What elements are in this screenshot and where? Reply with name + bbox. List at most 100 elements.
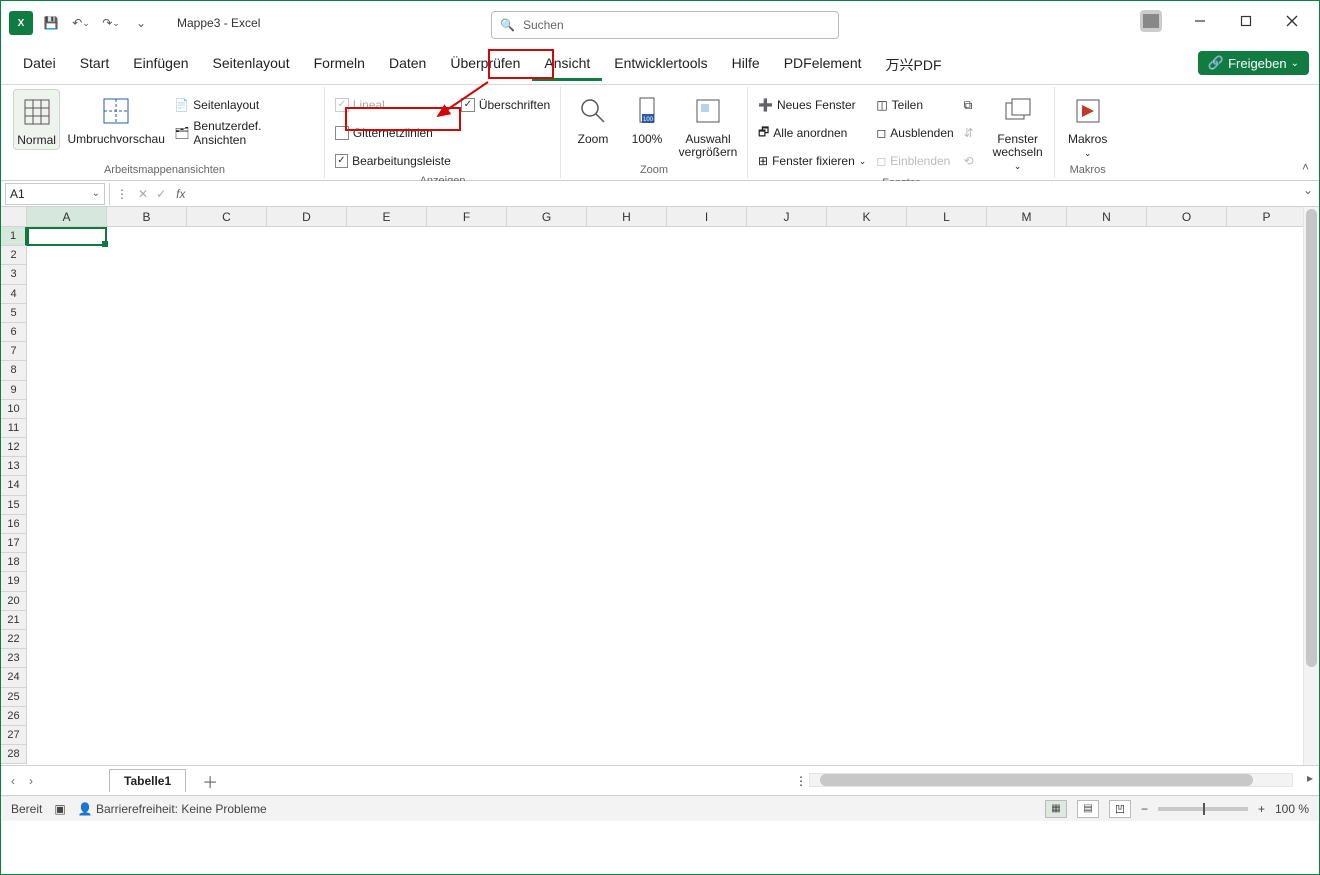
ribbon-tab-start[interactable]: Start (68, 49, 122, 81)
window-maximize-button[interactable] (1223, 1, 1269, 41)
window-freeze-button[interactable]: ⊞Fenster fixieren⌄ (756, 149, 868, 173)
accessibility-status[interactable]: 👤 Barrierefreiheit: Keine Probleme (78, 802, 267, 816)
ribbon-tab-entwicklertools[interactable]: Entwicklertools (602, 49, 719, 81)
name-box[interactable]: A1 ⌄ (5, 183, 105, 205)
window-new-button[interactable]: ➕Neues Fenster (756, 93, 868, 117)
horizontal-scroll-thumb[interactable] (820, 774, 1254, 786)
window-arrange-button[interactable]: 🗗Alle anordnen (756, 121, 868, 145)
col-header-C[interactable]: C (187, 207, 267, 226)
macro-record-icon[interactable]: ▣ (54, 802, 65, 816)
cells-area[interactable] (27, 227, 1303, 765)
sheet-nav-prev[interactable]: ‹ (7, 772, 19, 790)
row-header-5[interactable]: 5 (1, 304, 27, 323)
user-avatar[interactable] (1131, 1, 1177, 41)
window-close-button[interactable] (1269, 1, 1315, 41)
horizontal-scrollbar[interactable] (809, 773, 1293, 787)
row-header-28[interactable]: 28 (1, 745, 27, 764)
row-header-15[interactable]: 15 (1, 496, 27, 515)
selected-cell[interactable] (27, 227, 107, 246)
col-header-E[interactable]: E (347, 207, 427, 226)
ribbon-tab-datei[interactable]: Datei (11, 49, 68, 81)
insert-function-button[interactable]: fx (170, 187, 191, 201)
row-header-22[interactable]: 22 (1, 630, 27, 649)
ribbon-tab-万兴pdf[interactable]: 万兴PDF (874, 49, 954, 81)
ribbon-tab-hilfe[interactable]: Hilfe (720, 49, 772, 81)
col-header-N[interactable]: N (1067, 207, 1147, 226)
view-mode-pagebreak[interactable]: 凹 (1109, 800, 1131, 818)
zoom-button[interactable]: Zoom (569, 89, 617, 148)
view-mode-pagelayout[interactable]: ▤ (1077, 800, 1099, 818)
row-header-26[interactable]: 26 (1, 707, 27, 726)
row-header-9[interactable]: 9 (1, 381, 27, 400)
qat-undo-button[interactable]: ↶⌄ (69, 11, 93, 35)
share-button[interactable]: 🔗 Freigeben ⌄ (1198, 51, 1309, 75)
row-header-24[interactable]: 24 (1, 668, 27, 687)
show-gridlines-checkbox[interactable]: Gitternetzlinien (333, 121, 453, 145)
col-header-P[interactable]: P (1227, 207, 1307, 226)
col-header-H[interactable]: H (587, 207, 667, 226)
row-header-18[interactable]: 18 (1, 553, 27, 572)
col-header-K[interactable]: K (827, 207, 907, 226)
zoom-slider[interactable] (1158, 807, 1248, 811)
ribbon-collapse-button[interactable]: ˄ (1302, 160, 1309, 174)
row-header-21[interactable]: 21 (1, 611, 27, 630)
col-header-I[interactable]: I (667, 207, 747, 226)
horizontal-scroll-right[interactable]: ▸ (1307, 771, 1313, 785)
qat-customize-button[interactable]: ⌄ (129, 11, 153, 35)
qat-redo-button[interactable]: ↷⌄ (99, 11, 123, 35)
ribbon-tab-seitenlayout[interactable]: Seitenlayout (201, 49, 302, 81)
col-header-L[interactable]: L (907, 207, 987, 226)
row-header-16[interactable]: 16 (1, 515, 27, 534)
col-header-M[interactable]: M (987, 207, 1067, 226)
row-header-7[interactable]: 7 (1, 342, 27, 361)
col-header-D[interactable]: D (267, 207, 347, 226)
row-header-20[interactable]: 20 (1, 592, 27, 611)
row-header-17[interactable]: 17 (1, 534, 27, 553)
row-header-4[interactable]: 4 (1, 285, 27, 304)
view-pagebreak-button[interactable]: Umbruchvorschau (66, 89, 166, 148)
row-header-8[interactable]: 8 (1, 361, 27, 380)
zoom-selection-button[interactable]: Auswahlvergrößern (677, 89, 739, 161)
show-headings-checkbox[interactable]: Überschriften (459, 93, 552, 117)
row-header-6[interactable]: 6 (1, 323, 27, 342)
macros-button[interactable]: Makros⌄ (1063, 89, 1113, 161)
fill-handle[interactable] (102, 241, 108, 247)
window-minimize-button[interactable] (1177, 1, 1223, 41)
sheet-nav-next[interactable]: › (25, 772, 37, 790)
qat-save-button[interactable]: 💾 (39, 11, 63, 35)
ribbon-tab-ansicht[interactable]: Ansicht (532, 49, 602, 81)
window-split-button[interactable]: ◫Teilen (874, 93, 955, 117)
row-header-23[interactable]: 23 (1, 649, 27, 668)
row-header-12[interactable]: 12 (1, 438, 27, 457)
select-all-corner[interactable] (1, 207, 27, 226)
ribbon-tab-einfügen[interactable]: Einfügen (121, 49, 200, 81)
window-side-by-side-button[interactable]: ⧉ (962, 93, 984, 117)
ribbon-tab-pdfelement[interactable]: PDFelement (772, 49, 874, 81)
show-formulabar-checkbox[interactable]: Bearbeitungsleiste (333, 149, 453, 173)
zoom-in-button[interactable]: + (1258, 802, 1265, 816)
search-box[interactable]: 🔍 Suchen (491, 11, 839, 39)
row-header-11[interactable]: 11 (1, 419, 27, 438)
formula-bar-expand-button[interactable]: ⌄ (1303, 183, 1313, 197)
col-header-A[interactable]: A (27, 207, 107, 226)
view-normal-button[interactable]: Normal (13, 89, 60, 150)
row-header-1[interactable]: 1 (1, 227, 27, 246)
view-customviews-button[interactable]: 🗂Benutzerdef. Ansichten (172, 121, 316, 145)
vertical-scroll-thumb[interactable] (1306, 209, 1317, 667)
col-header-O[interactable]: O (1147, 207, 1227, 226)
col-header-F[interactable]: F (427, 207, 507, 226)
row-header-2[interactable]: 2 (1, 246, 27, 265)
view-pagelayout-button[interactable]: 📄Seitenlayout (172, 93, 316, 117)
ribbon-tab-daten[interactable]: Daten (377, 49, 438, 81)
add-sheet-button[interactable]: ＋ (192, 767, 228, 795)
view-mode-normal[interactable]: ▦ (1045, 800, 1067, 818)
row-header-27[interactable]: 27 (1, 726, 27, 745)
vertical-scrollbar[interactable] (1303, 207, 1319, 765)
sheet-tab-active[interactable]: Tabelle1 (109, 769, 186, 792)
sheetbar-more-icon[interactable]: ⋮ (795, 774, 807, 788)
formula-input[interactable] (191, 183, 1319, 205)
row-header-3[interactable]: 3 (1, 265, 27, 284)
name-box-dropdown-icon[interactable]: ⌄ (92, 188, 100, 199)
row-header-13[interactable]: 13 (1, 457, 27, 476)
col-header-J[interactable]: J (747, 207, 827, 226)
